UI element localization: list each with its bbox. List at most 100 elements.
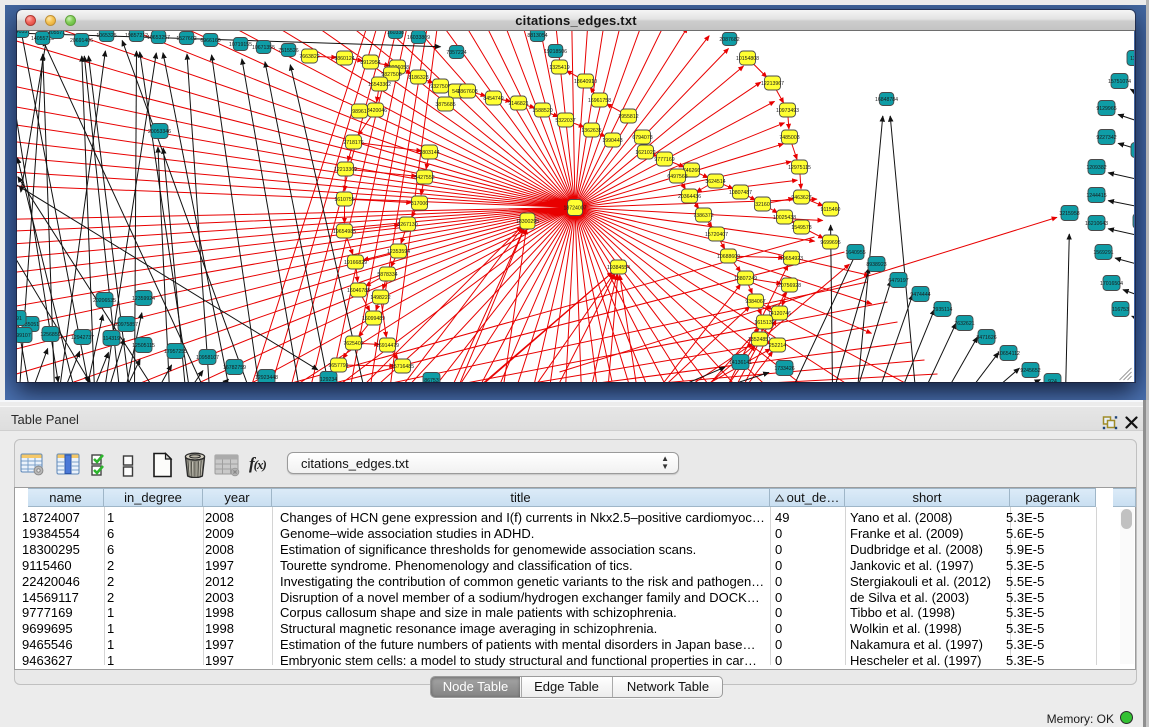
svg-text:1362635: 1362635 (581, 128, 601, 134)
svg-text:8471626: 8471626 (976, 335, 996, 341)
svg-text:1990443: 1990443 (602, 138, 622, 144)
svg-text:16033809: 16033809 (407, 35, 430, 41)
svg-text:10807487: 10807487 (729, 190, 752, 196)
svg-text:7663822: 7663822 (299, 54, 319, 60)
svg-text:924: 924 (1048, 379, 1057, 382)
svg-text:2087682: 2087682 (719, 37, 739, 43)
svg-text:3215958: 3215958 (1059, 211, 1079, 217)
svg-text:16099489: 16099489 (362, 316, 385, 322)
svg-text:16543362: 16543362 (368, 82, 391, 88)
svg-text:9384067: 9384067 (745, 299, 765, 305)
svg-text:9860124: 9860124 (334, 56, 354, 62)
svg-text:8427552: 8427552 (414, 175, 434, 181)
svg-text:1256859: 1256859 (40, 332, 60, 338)
svg-text:19857212: 19857212 (125, 33, 148, 39)
svg-text:1733426: 1733426 (774, 366, 794, 372)
svg-text:99107: 99107 (17, 333, 31, 339)
svg-text:17957255: 17957255 (164, 349, 187, 355)
svg-text:6497568: 6497568 (667, 174, 687, 180)
svg-text:9463627: 9463627 (791, 195, 811, 201)
svg-text:20053346: 20053346 (148, 129, 171, 135)
svg-text:12213369: 12213369 (334, 167, 357, 173)
svg-text:1569291: 1569291 (1093, 250, 1113, 256)
svg-text:317006: 317006 (411, 201, 428, 207)
svg-text:10958107: 10958107 (196, 355, 219, 361)
svg-text:1325419: 1325419 (549, 65, 569, 71)
svg-text:8186323: 8186323 (408, 75, 428, 81)
svg-text:10025438: 10025438 (773, 215, 796, 221)
svg-text:1527602: 1527602 (176, 36, 196, 42)
svg-text:7625402: 7625402 (343, 341, 363, 347)
svg-text:2867608: 2867608 (457, 89, 477, 95)
svg-text:9327508: 9327508 (430, 84, 450, 90)
svg-text:1610755: 1610755 (334, 197, 354, 203)
svg-text:10688609: 10688609 (717, 254, 740, 260)
svg-text:9657791: 9657791 (328, 363, 348, 369)
svg-text:9227342: 9227342 (1096, 135, 1116, 141)
svg-text:7386372: 7386372 (693, 213, 713, 219)
svg-text:16210643: 16210643 (1085, 221, 1108, 227)
svg-text:10654112: 10654112 (997, 351, 1020, 357)
svg-text:116753: 116753 (1112, 307, 1129, 313)
svg-text:9115460: 9115460 (821, 207, 841, 213)
svg-text:1244415: 1244415 (1086, 193, 1106, 199)
svg-text:19654985: 19654985 (333, 229, 356, 235)
svg-text:17016504: 17016504 (1100, 281, 1123, 287)
svg-text:5322037: 5322037 (555, 118, 575, 124)
svg-text:20975857: 20975857 (115, 322, 138, 328)
svg-text:16782759: 16782759 (223, 365, 246, 371)
svg-text:16914479: 16914479 (376, 343, 399, 349)
svg-text:1640955: 1640955 (845, 250, 865, 256)
svg-text:114319: 114319 (103, 336, 120, 342)
svg-text:15751074: 15751074 (1108, 79, 1131, 85)
svg-text:16046788: 16046788 (347, 288, 370, 294)
svg-text:205571: 205571 (48, 31, 65, 36)
svg-text:9699695: 9699695 (820, 240, 840, 246)
svg-text:12505115: 12505115 (132, 343, 155, 349)
svg-text:10719155: 10719155 (229, 42, 252, 48)
svg-text:20691406: 20691406 (70, 38, 93, 44)
svg-text:12359924: 12359924 (132, 296, 155, 302)
svg-text:7485003: 7485003 (779, 135, 799, 141)
svg-text:1588520: 1588520 (532, 108, 552, 114)
svg-text:20206535: 20206535 (93, 298, 116, 304)
svg-text:10671355: 10671355 (252, 45, 275, 51)
svg-text:18300295: 18300295 (516, 219, 539, 225)
svg-text:5878334: 5878334 (377, 272, 397, 278)
svg-text:12353594: 12353594 (387, 249, 410, 255)
svg-text:1065325: 1065325 (96, 33, 116, 39)
svg-text:98961: 98961 (352, 109, 367, 115)
svg-text:10653257: 10653257 (147, 35, 170, 41)
svg-text:19166829: 19166829 (344, 260, 367, 266)
svg-text:9245652: 9245652 (1020, 368, 1040, 374)
svg-text:32160: 32160 (755, 202, 770, 208)
svg-text:129234: 129234 (320, 377, 337, 382)
svg-text:9129965: 9129965 (1096, 106, 1116, 112)
svg-text:2718176: 2718176 (343, 140, 363, 146)
svg-text:8813054: 8813054 (527, 33, 547, 39)
svg-text:19654923: 19654923 (780, 256, 803, 262)
svg-text:9146821: 9146821 (508, 101, 528, 107)
svg-text:3624514: 3624514 (705, 179, 725, 185)
svg-text:8938923: 8938923 (866, 262, 886, 268)
svg-text:16961758: 16961758 (588, 98, 611, 104)
svg-text:12213967: 12213967 (761, 81, 784, 87)
svg-text:18640910: 18640910 (574, 79, 597, 85)
svg-text:2803144: 2803144 (419, 150, 439, 156)
svg-text:1549578: 1549578 (791, 225, 811, 231)
svg-text:3267130: 3267130 (397, 222, 417, 228)
svg-text:9777169: 9777169 (654, 157, 674, 163)
svg-text:8454749: 8454749 (483, 96, 503, 102)
svg-text:18724007: 18724007 (563, 205, 586, 211)
svg-text:10973493: 10973493 (776, 108, 799, 114)
svg-text:19218506: 19218506 (544, 49, 567, 55)
svg-text:160338: 160338 (387, 31, 404, 36)
svg-text:20756928: 20756928 (778, 283, 801, 289)
svg-text:19384554: 19384554 (607, 265, 630, 271)
svg-text:7357224: 7357224 (446, 50, 466, 56)
svg-text:252214: 252214 (769, 343, 786, 349)
svg-text:6479197: 6479197 (888, 278, 908, 284)
svg-text:991: 991 (17, 316, 22, 322)
svg-text:20364436: 20364436 (678, 194, 701, 200)
svg-text:13524851: 13524851 (748, 337, 771, 343)
